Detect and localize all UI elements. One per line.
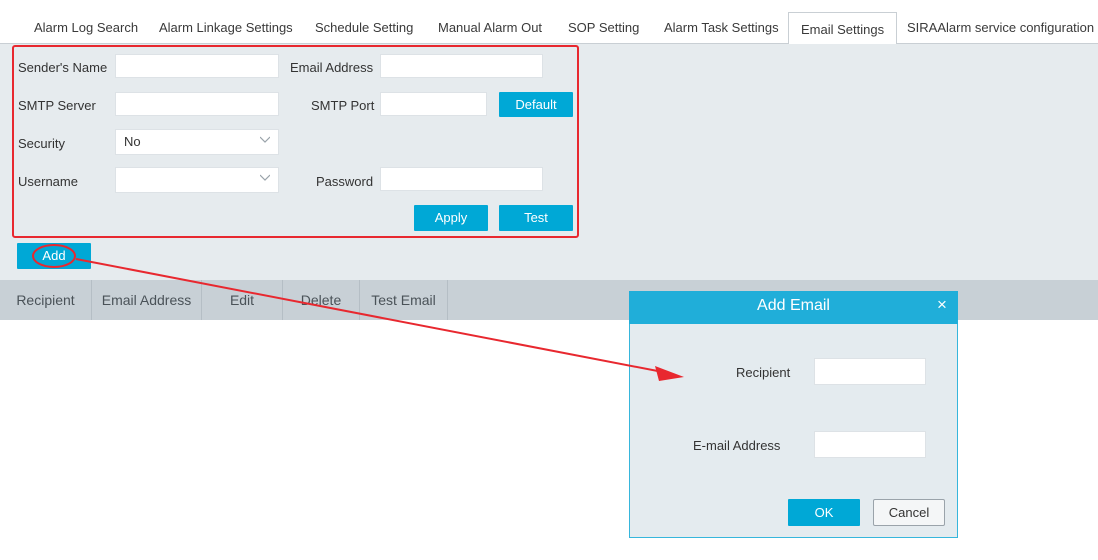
annotation-arrow-overlay xyxy=(32,244,684,381)
annotation-arrow-head xyxy=(655,366,684,381)
annotation-arrow-line xyxy=(75,258,669,374)
annotation-circle xyxy=(32,244,76,268)
